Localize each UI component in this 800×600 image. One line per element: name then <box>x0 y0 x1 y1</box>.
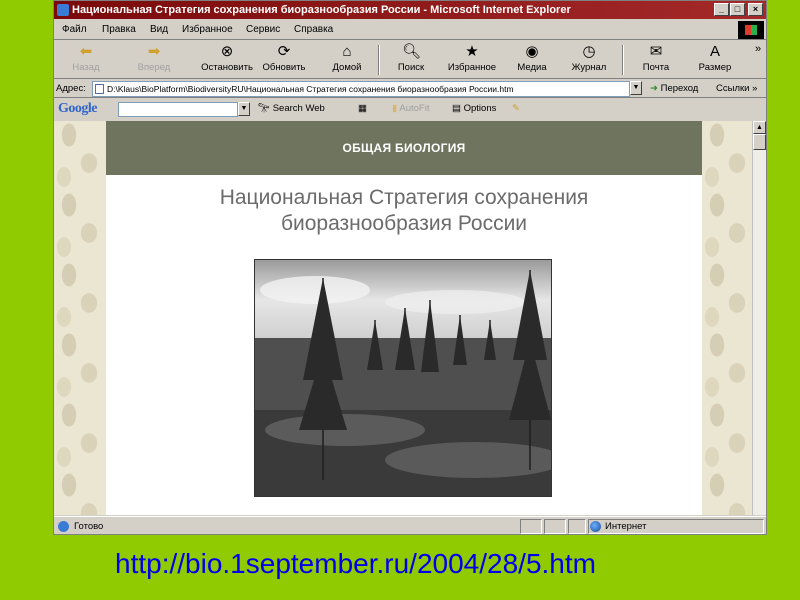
left-leaf-pattern <box>54 121 106 515</box>
toolbar-separator <box>622 45 624 75</box>
address-input[interactable]: D:\Klaus\BioPlatform\BiodiversityRU\Наци… <box>92 81 630 97</box>
go-arrow-icon: ➜ <box>650 83 658 94</box>
heading-line-1: Национальная Стратегия сохранения <box>219 186 589 209</box>
text-size-icon: A <box>709 43 720 60</box>
right-leaf-pattern <box>702 121 752 515</box>
history-icon: ◷ <box>582 43 596 60</box>
scroll-thumb[interactable] <box>753 134 766 150</box>
menu-favorites[interactable]: Избранное <box>182 20 233 40</box>
page-heading: Национальная Стратегия сохранения биораз… <box>106 185 702 237</box>
menu-help[interactable]: Справка <box>294 20 333 40</box>
autofit-icon: ▮ <box>392 103 398 114</box>
back-arrow-icon: ⬅ <box>79 43 93 60</box>
page-body: ОБЩАЯ БИОЛОГИЯ Национальная Стратегия со… <box>106 121 702 515</box>
taiga-photo-drawing <box>255 260 551 496</box>
back-button[interactable]: ⬅ Назад <box>68 43 104 77</box>
internet-globe-icon <box>590 521 601 532</box>
taiga-photo <box>254 259 552 497</box>
binoculars-icon: 🔭︎ <box>258 103 271 114</box>
menu-tools[interactable]: Сервис <box>246 20 280 40</box>
menu-file[interactable]: Файл <box>62 20 87 40</box>
google-search-dropdown[interactable]: ▼ <box>238 102 250 116</box>
mail-icon: ✉ <box>649 43 663 60</box>
address-value: D:\Klaus\BioPlatform\BiodiversityRU\Наци… <box>107 84 514 94</box>
search-button[interactable]: 🔍︎ Поиск <box>392 43 430 77</box>
browser-window: Национальная Стратегия сохранения биораз… <box>53 0 767 535</box>
google-toolbar: Google ▼ 🔭︎ Search Web ▦ ▮ AutoFit ▤ Opt… <box>54 99 766 121</box>
vertical-scrollbar[interactable]: ▲ <box>752 121 766 515</box>
page-status-icon <box>58 521 69 532</box>
news-icon[interactable]: ▦ <box>358 99 367 119</box>
links-button[interactable]: Ссылки » <box>716 81 757 97</box>
home-button[interactable]: ⌂ Домой <box>328 43 366 77</box>
address-bar: Адрес: D:\Klaus\BioPlatform\Biodiversity… <box>54 80 766 98</box>
google-search-input[interactable] <box>118 102 238 117</box>
google-logo[interactable]: Google <box>58 99 98 119</box>
size-button[interactable]: A Размер <box>692 43 738 77</box>
options-button[interactable]: ▤ Options <box>452 99 496 119</box>
highlighter-icon[interactable]: ✎ <box>512 99 520 119</box>
title-bar: Национальная Стратегия сохранения биораз… <box>54 1 766 19</box>
status-text: Готово <box>74 521 104 532</box>
close-button[interactable]: × <box>748 3 763 16</box>
status-cell <box>568 519 586 534</box>
status-cell <box>544 519 566 534</box>
window-title: Национальная Стратегия сохранения биораз… <box>72 4 571 16</box>
options-icon: ▤ <box>452 103 461 114</box>
refresh-icon: ⟳ <box>277 43 291 60</box>
scroll-up-button[interactable]: ▲ <box>753 121 766 134</box>
stop-icon: ⊗ <box>220 43 234 60</box>
toolbar: ⬅ Назад ➡ Вперед ⊗ Остановить ⟳ Обновить… <box>54 41 766 79</box>
refresh-button[interactable]: ⟳ Обновить <box>260 43 308 77</box>
toolbar-separator <box>378 45 380 75</box>
status-bar: Готово Интернет <box>54 516 766 535</box>
heading-line-2: биоразнообразия России <box>280 212 528 235</box>
forward-button[interactable]: ➡ Вперед <box>134 43 174 77</box>
autofit-button[interactable]: ▮ AutoFit <box>392 99 429 119</box>
forward-arrow-icon: ➡ <box>147 43 161 60</box>
maximize-button[interactable]: □ <box>730 3 745 16</box>
search-icon: 🔍︎ <box>402 43 422 60</box>
address-label: Адрес: <box>56 83 86 94</box>
zone-text: Интернет <box>605 521 647 532</box>
favorites-button[interactable]: ★ Избранное <box>444 43 500 77</box>
media-icon: ◉ <box>525 43 539 60</box>
page-icon <box>95 84 104 94</box>
status-cell <box>520 519 542 534</box>
menu-view[interactable]: Вид <box>150 20 168 40</box>
stop-button[interactable]: ⊗ Остановить <box>198 43 256 77</box>
go-button[interactable]: ➜ Переход <box>650 81 698 97</box>
address-dropdown-button[interactable]: ▼ <box>630 81 642 95</box>
menu-edit[interactable]: Правка <box>102 20 136 40</box>
history-button[interactable]: ◷ Журнал <box>568 43 610 77</box>
source-url-link[interactable]: http://bio.1september.ru/2004/28/5.htm <box>115 548 596 580</box>
ie-icon <box>57 4 69 16</box>
section-header: ОБЩАЯ БИОЛОГИЯ <box>106 121 702 175</box>
page-viewport: ОБЩАЯ БИОЛОГИЯ Национальная Стратегия со… <box>54 121 766 515</box>
windows-logo-icon <box>738 21 764 39</box>
mail-button[interactable]: ✉ Почта <box>638 43 674 77</box>
search-web-button[interactable]: 🔭︎ Search Web <box>258 99 325 119</box>
minimize-button[interactable]: _ <box>714 3 729 16</box>
home-icon: ⌂ <box>342 43 352 60</box>
media-button[interactable]: ◉ Медиа <box>514 43 550 77</box>
favorites-icon: ★ <box>465 43 479 60</box>
menu-bar: Файл Правка Вид Избранное Сервис Справка <box>54 20 766 40</box>
toolbar-more-button[interactable]: » <box>752 43 764 77</box>
